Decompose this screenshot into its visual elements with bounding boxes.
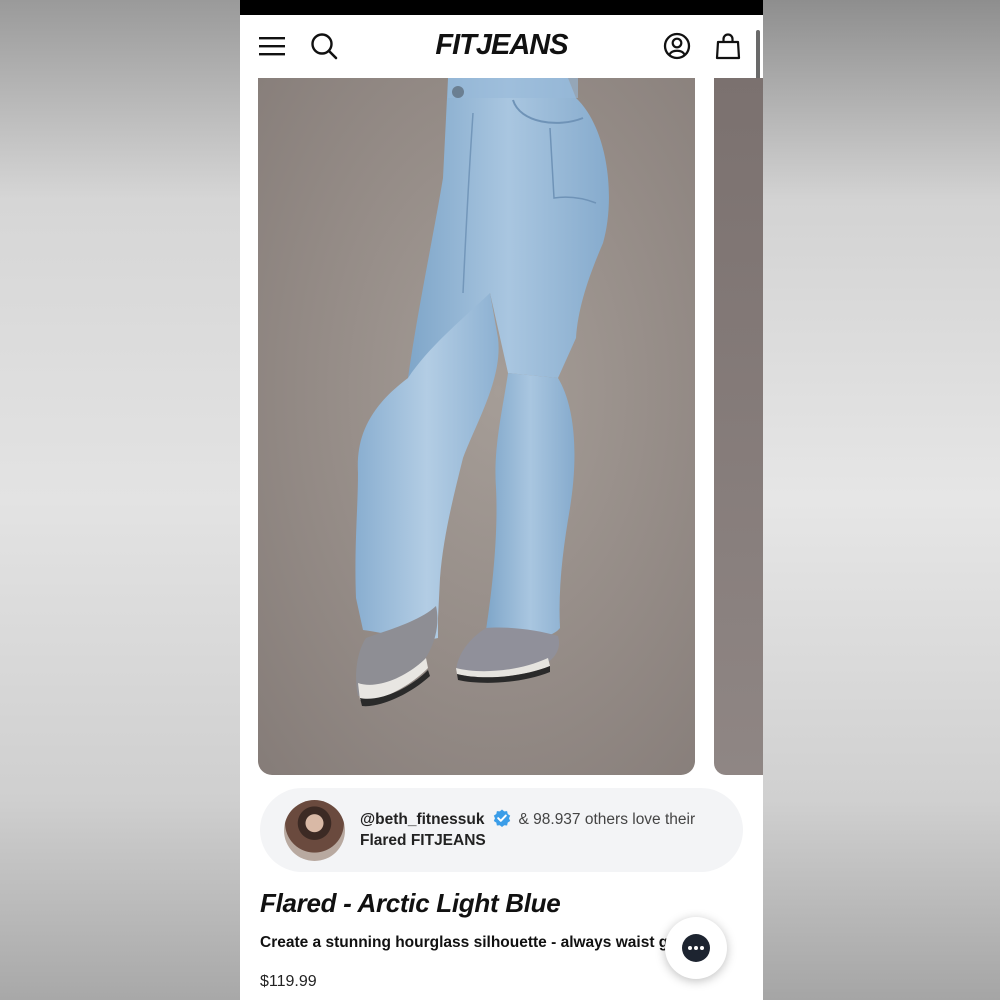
verified-badge-icon bbox=[493, 809, 511, 827]
social-proof-others: & 98.937 others love their bbox=[518, 811, 696, 828]
avatar bbox=[284, 800, 345, 861]
product-description: Create a stunning hourglass silhouette -… bbox=[260, 934, 677, 951]
social-proof-product: Flared FITJEANS bbox=[360, 832, 486, 849]
bag-icon[interactable] bbox=[713, 31, 743, 61]
phone-screen: FITJEANS @beth_fitnessuk & 98.937 others… bbox=[240, 0, 763, 1000]
account-icon[interactable] bbox=[662, 31, 692, 61]
chat-icon bbox=[682, 934, 710, 962]
chat-button[interactable] bbox=[665, 917, 727, 979]
status-bar bbox=[240, 0, 763, 15]
product-image-main[interactable] bbox=[258, 78, 695, 775]
product-gallery[interactable] bbox=[240, 78, 763, 778]
social-proof-username[interactable]: @beth_fitnessuk bbox=[360, 811, 485, 828]
product-image-next-peek[interactable] bbox=[714, 78, 763, 775]
product-title: Flared - Arctic Light Blue bbox=[260, 888, 561, 918]
site-header: FITJEANS bbox=[240, 15, 763, 78]
background-blur-left bbox=[0, 0, 240, 1000]
product-price: $119.99 bbox=[260, 973, 317, 990]
background-blur-right bbox=[763, 0, 1000, 1000]
social-proof-banner: @beth_fitnessuk & 98.937 others love thei… bbox=[260, 788, 743, 872]
jeans-illustration bbox=[355, 78, 609, 707]
social-proof-text: @beth_fitnessuk & 98.937 others love thei… bbox=[360, 809, 720, 851]
